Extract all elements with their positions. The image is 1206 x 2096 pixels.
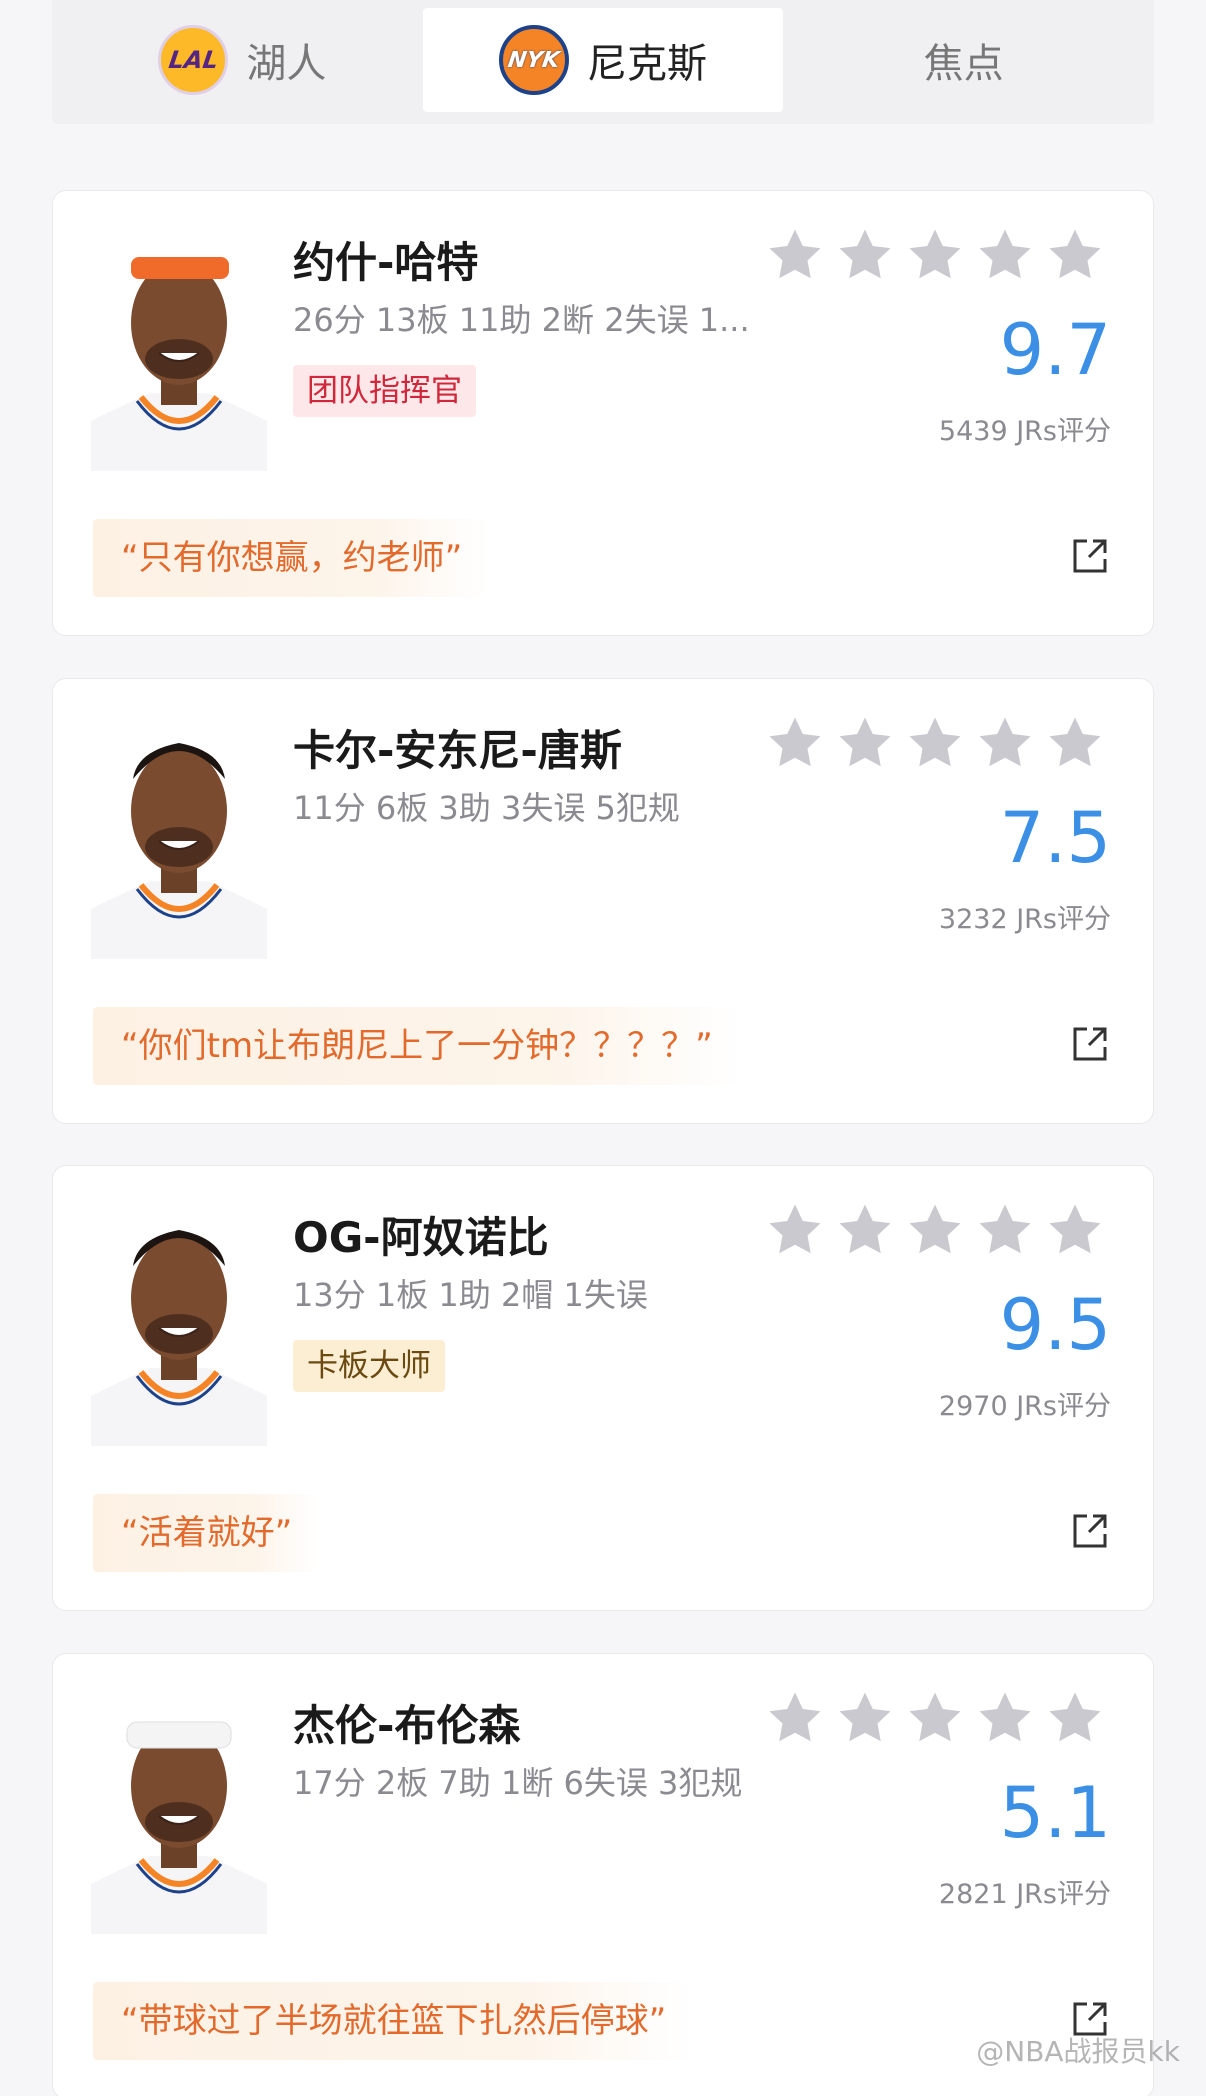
rating-star-icon[interactable] xyxy=(1045,1688,1105,1748)
star-rating[interactable] xyxy=(765,713,1105,773)
rating-star-icon[interactable] xyxy=(765,1688,825,1748)
fan-quote[interactable]: “只有你想赢，约老师” xyxy=(93,519,491,597)
star-rating[interactable] xyxy=(765,1688,1105,1748)
tab-focus-label: 焦点 xyxy=(923,41,1004,87)
tab-focus[interactable]: 焦点 xyxy=(783,8,1144,112)
tab-lakers-label: 湖人 xyxy=(246,41,327,87)
player-badge: 团队指挥官 xyxy=(293,365,476,417)
player-avatar[interactable] xyxy=(91,235,267,471)
rating-star-icon[interactable] xyxy=(975,1688,1035,1748)
rating-star-icon[interactable] xyxy=(835,1200,895,1260)
player-name[interactable]: OG-阿奴诺比 xyxy=(293,1204,549,1265)
tab-knicks-label: 尼克斯 xyxy=(587,41,707,87)
player-avatar[interactable] xyxy=(91,723,267,959)
tab-lakers[interactable]: LAL 湖人 xyxy=(62,8,423,112)
player-stats: 17分 2板 7助 1断 6失误 3犯规 xyxy=(293,1764,743,1802)
player-stats: 26分 13板 11助 2断 2失误 1... xyxy=(293,301,750,339)
rating-star-icon[interactable] xyxy=(975,225,1035,285)
rating-star-icon[interactable] xyxy=(835,1688,895,1748)
share-icon[interactable] xyxy=(1069,535,1111,577)
watermark: @NBA战报员kk xyxy=(976,2035,1180,2068)
player-card[interactable]: 卡尔-安东尼-唐斯 11分 6板 3助 3失误 5犯规 7.5 3232 JRs评分 “… xyxy=(52,678,1154,1124)
player-name[interactable]: 杰伦-布伦森 xyxy=(293,1692,520,1753)
rating-vote-count: 5439 JRs评分 xyxy=(938,416,1111,447)
player-rating-score: 7.5 xyxy=(999,797,1111,879)
rating-vote-count: 2821 JRs评分 xyxy=(938,1879,1111,1910)
rating-star-icon[interactable] xyxy=(765,225,825,285)
player-avatar[interactable] xyxy=(91,1698,267,1934)
rating-star-icon[interactable] xyxy=(905,713,965,773)
player-card[interactable]: OG-阿奴诺比 13分 1板 1助 2帽 1失误卡板大师 9.5 2970 JRs评分… xyxy=(52,1165,1154,1611)
rating-star-icon[interactable] xyxy=(905,225,965,285)
star-rating[interactable] xyxy=(765,225,1105,285)
rating-star-icon[interactable] xyxy=(975,1200,1035,1260)
share-icon[interactable] xyxy=(1069,1510,1111,1552)
rating-star-icon[interactable] xyxy=(765,1200,825,1260)
tab-knicks[interactable]: NYK 尼克斯 xyxy=(422,8,784,112)
knicks-logo-icon: NYK xyxy=(499,25,569,95)
player-card[interactable]: 约什-哈特 26分 13板 11助 2断 2失误 1... 团队指挥官 9.7 5439… xyxy=(52,190,1154,636)
rating-star-icon[interactable] xyxy=(835,225,895,285)
rating-star-icon[interactable] xyxy=(1045,713,1105,773)
rating-star-icon[interactable] xyxy=(905,1688,965,1748)
rating-vote-count: 3232 JRs评分 xyxy=(938,904,1111,935)
player-rating-score: 9.5 xyxy=(999,1284,1111,1366)
player-name[interactable]: 卡尔-安东尼-唐斯 xyxy=(293,717,622,778)
player-avatar[interactable] xyxy=(91,1210,267,1446)
rating-star-icon[interactable] xyxy=(905,1200,965,1260)
player-stats: 13分 1板 1助 2帽 1失误 xyxy=(293,1276,648,1314)
player-rating-score: 9.7 xyxy=(999,309,1111,391)
fan-quote[interactable]: “带球过了半场就往篮下扎然后停球” xyxy=(93,1982,695,2060)
star-rating[interactable] xyxy=(765,1200,1105,1260)
rating-star-icon[interactable] xyxy=(1045,1200,1105,1260)
fan-quote[interactable]: “你们tm让布朗尼上了一分钟？？？？” xyxy=(93,1007,741,1085)
player-rating-score: 5.1 xyxy=(999,1772,1111,1854)
player-stats: 11分 6板 3助 3失误 5犯规 xyxy=(293,789,680,827)
rating-vote-count: 2970 JRs评分 xyxy=(938,1391,1111,1422)
rating-star-icon[interactable] xyxy=(1045,225,1105,285)
player-badge: 卡板大师 xyxy=(293,1340,445,1392)
lakers-logo-icon: LAL xyxy=(158,25,229,95)
rating-star-icon[interactable] xyxy=(835,713,895,773)
rating-star-icon[interactable] xyxy=(765,713,825,773)
player-name[interactable]: 约什-哈特 xyxy=(293,229,478,290)
rating-star-icon[interactable] xyxy=(975,713,1035,773)
fan-quote[interactable]: “活着就好” xyxy=(93,1494,321,1572)
team-tab-bar: LAL 湖人 NYK 尼克斯 焦点 xyxy=(52,0,1154,124)
share-icon[interactable] xyxy=(1069,1023,1111,1065)
